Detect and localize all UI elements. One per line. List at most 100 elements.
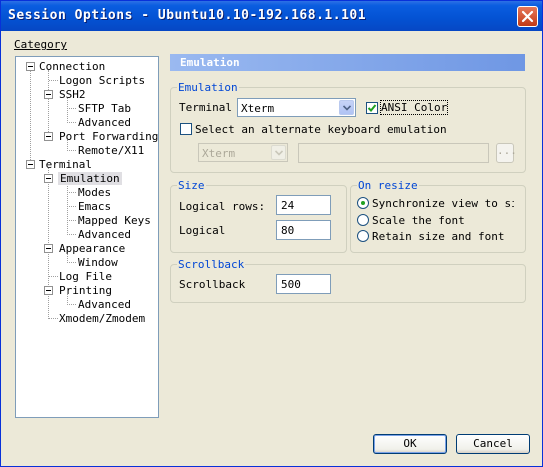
tree-item-remote-x11[interactable]: Remote/X11 xyxy=(78,144,144,157)
alternate-dropdown-button[interactable] xyxy=(271,145,286,160)
chevron-down-icon xyxy=(275,150,283,156)
tree-line xyxy=(67,150,76,151)
alternate-emulation-select[interactable]: Xterm xyxy=(198,143,288,162)
title-bar[interactable]: Session Options - Ubuntu10.10-192.168.1.… xyxy=(1,1,542,31)
category-label-text: Category xyxy=(14,38,67,51)
on-resize-group-label-text: On resize xyxy=(358,179,418,192)
logical-cols-input[interactable]: 80 xyxy=(276,220,331,240)
tree-line xyxy=(67,220,76,221)
logical-cols-label-text: Logical xyxy=(179,224,226,237)
tree-line xyxy=(67,108,76,109)
logical-rows-value: 24 xyxy=(281,199,295,212)
tree-line xyxy=(49,276,58,277)
ok-button[interactable]: OK xyxy=(373,434,447,454)
collapse-terminal-icon[interactable] xyxy=(26,160,35,169)
alternate-emulation-label-text: Select an alternate keyboard emulation xyxy=(195,123,447,136)
ansi-color-label[interactable]: ANSI Color xyxy=(379,100,449,115)
tree-line xyxy=(30,70,31,166)
tree-item-logon-scripts[interactable]: Logon Scripts xyxy=(59,74,145,87)
synchronize-view-label-text: Synchronize view to siz xyxy=(372,197,514,210)
on-resize-group-label: On resize xyxy=(357,179,419,192)
ansi-color-checkbox[interactable] xyxy=(366,102,378,114)
collapse-connection-icon[interactable] xyxy=(26,62,35,71)
tree-line xyxy=(67,262,76,263)
alternate-emulation-label[interactable]: Select an alternate keyboard emulation xyxy=(195,123,447,136)
emulation-group-label-text: Emulation xyxy=(178,81,238,94)
tree-item-mapped-keys[interactable]: Mapped Keys xyxy=(78,214,151,227)
scrollback-input[interactable]: 500 xyxy=(276,274,331,294)
tree-item-emulation-advanced[interactable]: Advanced xyxy=(78,228,131,241)
tree-item-xmodem-zmodem[interactable]: Xmodem/Zmodem xyxy=(59,312,145,325)
tree-line xyxy=(67,182,68,235)
window-title: Session Options - Ubuntu10.10-192.168.1.… xyxy=(8,8,367,23)
scrollback-value: 500 xyxy=(281,278,301,291)
scrollback-group-label: Scrollback xyxy=(177,258,246,271)
close-button[interactable] xyxy=(517,6,538,27)
emulation-group-label: Emulation xyxy=(177,81,239,94)
browse-button[interactable]: ... xyxy=(496,143,517,163)
tree-item-port-forwarding[interactable]: Port Forwarding xyxy=(59,130,158,143)
tree-item-window[interactable]: Window xyxy=(78,256,118,269)
collapse-printing-icon[interactable] xyxy=(44,286,53,295)
collapse-port-forwarding-icon[interactable] xyxy=(44,132,53,141)
tree-line xyxy=(67,98,68,123)
tree-item-printing-advanced[interactable]: Advanced xyxy=(78,298,131,311)
retain-size-label[interactable]: Retain size and font xyxy=(372,230,504,243)
terminal-label: Terminal xyxy=(179,101,232,114)
tree-item-ssh2-advanced[interactable]: Advanced xyxy=(78,116,131,129)
collapse-emulation-icon[interactable] xyxy=(44,174,53,183)
tree-item-ssh2[interactable]: SSH2 xyxy=(59,88,86,101)
terminal-label-text: Terminal xyxy=(179,101,232,114)
alternate-emulation-value: Xterm xyxy=(202,147,236,160)
tree-item-emacs[interactable]: Emacs xyxy=(78,200,111,213)
cancel-button[interactable]: Cancel xyxy=(456,434,530,454)
retain-size-radio[interactable] xyxy=(357,230,369,242)
size-group-label: Size xyxy=(177,179,206,192)
ansi-color-label-text: ANSI Color xyxy=(381,101,448,114)
tree-item-modes[interactable]: Modes xyxy=(78,186,111,199)
category-label: Category xyxy=(14,38,67,51)
tree-item-appearance[interactable]: Appearance xyxy=(59,242,125,255)
synchronize-view-label[interactable]: Synchronize view to siz xyxy=(372,197,514,210)
tree-item-emulation[interactable]: Emulation xyxy=(58,172,122,185)
tree-item-terminal[interactable]: Terminal xyxy=(39,158,92,171)
scale-font-label[interactable]: Scale the font xyxy=(372,214,465,227)
checkmark-icon xyxy=(367,104,377,112)
logical-rows-label: Logical rows: xyxy=(179,200,265,213)
tree-line xyxy=(67,122,76,123)
tree-line xyxy=(67,304,76,305)
scale-font-radio[interactable] xyxy=(357,214,369,226)
panel-header: Emulation xyxy=(170,54,525,71)
alternate-emulation-checkbox[interactable] xyxy=(180,123,192,135)
tree-line xyxy=(49,80,58,81)
collapse-appearance-icon[interactable] xyxy=(44,244,53,253)
category-tree[interactable]: Connection Logon Scripts SSH2 SFTP Tab A… xyxy=(15,56,159,418)
synchronize-view-radio[interactable] xyxy=(357,197,369,209)
terminal-select[interactable]: Xterm xyxy=(237,98,356,117)
terminal-select-value: Xterm xyxy=(241,102,275,115)
tree-item-printing[interactable]: Printing xyxy=(59,284,112,297)
scrollback-group-label-text: Scrollback xyxy=(178,258,245,271)
retain-size-label-text: Retain size and font xyxy=(372,230,505,243)
terminal-dropdown-button[interactable] xyxy=(339,100,354,115)
size-group-label-text: Size xyxy=(178,179,205,192)
scrollback-label-text: Scrollback xyxy=(179,278,246,291)
tree-item-log-file[interactable]: Log File xyxy=(59,270,112,283)
tree-line xyxy=(67,206,76,207)
session-options-dialog: Session Options - Ubuntu10.10-192.168.1.… xyxy=(0,0,543,467)
tree-line xyxy=(49,318,58,319)
logical-cols-value: 80 xyxy=(281,224,295,237)
collapse-ssh2-icon[interactable] xyxy=(44,90,53,99)
logical-rows-input[interactable]: 24 xyxy=(276,195,331,215)
scale-font-label-text: Scale the font xyxy=(372,214,465,227)
logical-rows-label-text: Logical rows: xyxy=(179,200,266,213)
tree-line xyxy=(67,234,76,235)
logical-cols-label: Logical xyxy=(179,224,225,237)
close-icon xyxy=(521,10,534,23)
panel-title: Emulation xyxy=(180,56,240,69)
tree-line xyxy=(67,192,76,193)
tree-item-connection[interactable]: Connection xyxy=(39,60,105,73)
tree-item-sftp-tab[interactable]: SFTP Tab xyxy=(78,102,131,115)
scrollback-label: Scrollback xyxy=(179,278,245,291)
alternate-emulation-path[interactable] xyxy=(298,143,489,163)
